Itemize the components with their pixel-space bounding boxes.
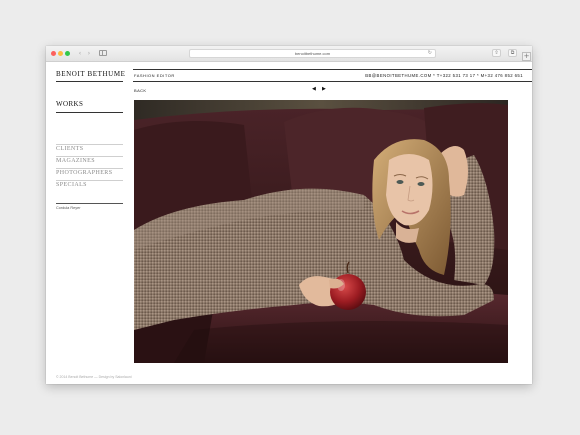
editorial-photo[interactable] — [134, 100, 508, 363]
site-logo[interactable]: BENOIT BETHUME — [56, 70, 126, 78]
category-divider — [56, 180, 123, 181]
nav-photographers[interactable]: PHOTOGRAPHERS — [56, 170, 123, 176]
works-divider — [56, 112, 123, 113]
site-footer: © 2014 Benoit Bethume — Design by Salonl… — [56, 375, 132, 379]
header-divider-bottom — [133, 81, 532, 82]
sidebar-toggle-icon[interactable] — [99, 50, 107, 56]
new-tab-icon[interactable]: + — [522, 52, 531, 61]
back-link[interactable]: BACK — [134, 88, 147, 93]
browser-forward-icon[interactable]: › — [85, 50, 93, 57]
credit-divider — [56, 203, 123, 204]
show-tabs-icon[interactable]: ⧉ — [508, 49, 517, 57]
minimize-window-button[interactable] — [58, 51, 63, 56]
browser-titlebar: ‹ › benoitbethume.com ↻ ⇧ ⧉ — [46, 46, 532, 62]
address-bar[interactable]: benoitbethume.com ↻ — [189, 49, 436, 58]
share-icon[interactable]: ⇧ — [492, 49, 501, 57]
reload-icon[interactable]: ↻ — [428, 50, 432, 57]
browser-back-icon[interactable]: ‹ — [76, 50, 84, 57]
website-content: BENOIT BETHUME FASHION EDITOR BB@BENOITB… — [46, 62, 532, 384]
previous-arrow-icon[interactable]: ◀ — [312, 86, 316, 92]
nav-magazines[interactable]: MAGAZINES — [56, 158, 123, 164]
category-divider — [56, 144, 123, 145]
browser-window: ‹ › benoitbethume.com ↻ ⇧ ⧉ BENOIT BETHU… — [46, 46, 532, 384]
photo-credit: Cordula Reyer — [56, 206, 81, 210]
address-bar-url: benoitbethume.com — [294, 51, 331, 56]
screenshot-backdrop: ‹ › benoitbethume.com ↻ ⇧ ⧉ BENOIT BETHU… — [0, 0, 580, 435]
brand-divider — [56, 81, 123, 82]
header-divider-top — [133, 69, 532, 70]
maximize-window-button[interactable] — [65, 51, 70, 56]
contact-info[interactable]: BB@BENOITBETHUME.COM * T+322 531 73 17 *… — [365, 73, 523, 78]
editorial-photo-illustration — [134, 100, 508, 363]
category-divider — [56, 156, 123, 157]
nav-specials[interactable]: SPECIALS — [56, 182, 123, 188]
nav-works[interactable]: WORKS — [56, 100, 83, 108]
next-arrow-icon[interactable]: ▶ — [322, 86, 326, 92]
close-window-button[interactable] — [51, 51, 56, 56]
category-divider — [56, 168, 123, 169]
nav-clients[interactable]: CLIENTS — [56, 146, 123, 152]
role-title: FASHION EDITOR — [134, 73, 175, 78]
